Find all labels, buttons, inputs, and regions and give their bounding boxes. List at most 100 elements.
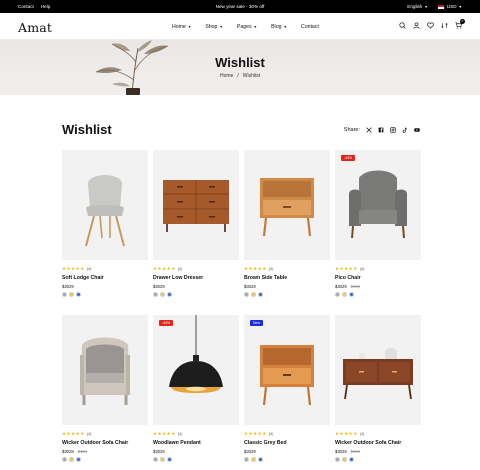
product-price: $3029 $404 (335, 284, 421, 289)
current-price: $3029 (335, 449, 347, 454)
star-icon: ★ (157, 430, 162, 436)
color-swatch-yellow[interactable] (69, 457, 74, 462)
product-card[interactable]: ★ ★ ★ ★ ★ (4) Wicker Outdoor Sofa Chair $3029… (335, 315, 421, 462)
color-swatch-blue[interactable] (76, 292, 81, 297)
star-icon: ★ (339, 265, 344, 271)
instagram-icon[interactable] (390, 127, 396, 133)
star-icon: ★ (166, 430, 171, 436)
product-image[interactable] (335, 315, 421, 425)
nav-item-blog[interactable]: Blog ▼ (271, 24, 287, 30)
product-name[interactable]: Wicker Outdoor Sofa Chair (62, 440, 148, 446)
old-price: $404 (350, 284, 360, 289)
main-nav: Home ▼ Shop ▼ Pages ▼ Blog ▼ Contact (172, 24, 319, 30)
star-icon: ★ (253, 265, 258, 271)
product-card[interactable]: ★ ★ ★ ★ ★ (4) Brown Side Table $3029 (244, 150, 330, 297)
color-swatch-grey[interactable] (335, 457, 340, 462)
color-swatch-yellow[interactable] (342, 457, 347, 462)
color-swatch-blue[interactable] (349, 292, 354, 297)
product-name[interactable]: Soft Lodge Chair (62, 275, 148, 281)
tiktok-icon[interactable] (402, 127, 408, 133)
product-card[interactable]: ★ ★ ★ ★ ★ (4) Drawer Low Dresser $3029 (153, 150, 239, 297)
currency-select[interactable]: USD ▼ (437, 4, 462, 9)
color-swatch-yellow[interactable] (160, 457, 165, 462)
product-name[interactable]: Wicker Outdoor Sofa Chair (335, 440, 421, 446)
product-rating: ★ ★ ★ ★ ★ (4) (153, 266, 239, 271)
color-swatch-yellow[interactable] (69, 292, 74, 297)
product-rating: ★ ★ ★ ★ ★ (4) (62, 266, 148, 271)
color-swatch-grey[interactable] (153, 292, 158, 297)
color-swatch-blue[interactable] (167, 292, 172, 297)
current-price: $3029 (244, 284, 256, 289)
nav-item-pages[interactable]: Pages ▼ (237, 24, 257, 30)
cart-button[interactable]: 0 (455, 19, 465, 29)
product-name[interactable]: Drawer Low Dresser (153, 275, 239, 281)
star-icon: ★ (153, 430, 158, 436)
compare-icon[interactable] (441, 22, 448, 29)
wishlist-heading: Wishlist (62, 122, 112, 137)
product-image[interactable]: -44% (335, 150, 421, 260)
color-swatch-grey[interactable] (153, 457, 158, 462)
product-card[interactable]: -44% ★ ★ ★ ★ ★ (4) Pico Chair $3029 $404 (335, 150, 421, 297)
color-swatch-yellow[interactable] (251, 457, 256, 462)
star-icon: ★ (75, 265, 80, 271)
color-swatch-yellow[interactable] (160, 292, 165, 297)
chevron-down-icon: ▼ (424, 5, 428, 9)
product-card[interactable]: ★ ★ ★ ★ ★ (4) Soft Lodge Chair $3029 (62, 150, 148, 297)
heart-icon[interactable] (427, 22, 434, 29)
review-count: (4) (86, 431, 92, 436)
color-swatch-blue[interactable] (167, 457, 172, 462)
product-rating: ★ ★ ★ ★ ★ (4) (62, 431, 148, 436)
color-swatch-grey[interactable] (62, 292, 67, 297)
color-swatch-yellow[interactable] (251, 292, 256, 297)
language-select[interactable]: English ▼ (407, 4, 428, 9)
product-rating: ★ ★ ★ ★ ★ (4) (244, 431, 330, 436)
color-swatches (62, 457, 148, 462)
product-price: $3029 (62, 284, 148, 289)
color-swatch-grey[interactable] (244, 292, 249, 297)
product-price: $3029 (153, 449, 239, 454)
star-icon: ★ (244, 430, 249, 436)
star-icon: ★ (344, 265, 349, 271)
brown-side-table-image (244, 178, 330, 260)
color-swatch-grey[interactable] (244, 457, 249, 462)
x-icon[interactable] (366, 127, 372, 133)
product-card[interactable]: -44% ★ ★ ★ ★ ★ (4) Woodlawn Pendant $3029 (153, 315, 239, 462)
nav-item-contact[interactable]: Contact (301, 24, 319, 30)
product-image[interactable]: New (244, 315, 330, 425)
breadcrumb-home-link[interactable]: Home (220, 73, 233, 79)
product-badge: -44% (341, 155, 356, 161)
product-card[interactable]: New ★ ★ ★ ★ ★ (4) Classic Grey Bed $3029 (244, 315, 330, 462)
product-image[interactable]: -44% (153, 315, 239, 425)
star-icon: ★ (71, 430, 76, 436)
product-name[interactable]: Brown Side Table (244, 275, 330, 281)
site-logo[interactable]: Amat (18, 20, 52, 35)
breadcrumb: Home / Wishlist (0, 73, 480, 79)
color-swatches (62, 292, 148, 297)
product-card[interactable]: ★ ★ ★ ★ ★ (4) Wicker Outdoor Sofa Chair $3029… (62, 315, 148, 462)
nav-item-home[interactable]: Home ▼ (172, 24, 191, 30)
account-icon[interactable] (413, 22, 420, 29)
facebook-icon[interactable] (378, 127, 384, 133)
color-swatch-blue[interactable] (258, 457, 263, 462)
current-price: $3029 (335, 284, 347, 289)
share-bar: Share: (344, 127, 420, 133)
nav-item-shop[interactable]: Shop ▼ (205, 24, 223, 30)
product-name[interactable]: Pico Chair (335, 275, 421, 281)
search-icon[interactable] (399, 22, 406, 29)
product-name[interactable]: Woodlawn Pendant (153, 440, 239, 446)
youtube-icon[interactable] (414, 127, 420, 133)
product-image[interactable] (62, 150, 148, 260)
star-icon: ★ (157, 265, 162, 271)
star-icon: ★ (62, 265, 67, 271)
color-swatches (244, 292, 330, 297)
product-image[interactable] (62, 315, 148, 425)
product-image[interactable] (244, 150, 330, 260)
product-image[interactable] (153, 150, 239, 260)
color-swatch-blue[interactable] (76, 457, 81, 462)
product-name[interactable]: Classic Grey Bed (244, 440, 330, 446)
color-swatch-grey[interactable] (335, 292, 340, 297)
color-swatch-blue[interactable] (349, 457, 354, 462)
color-swatch-yellow[interactable] (342, 292, 347, 297)
color-swatch-grey[interactable] (62, 457, 67, 462)
color-swatch-blue[interactable] (258, 292, 263, 297)
